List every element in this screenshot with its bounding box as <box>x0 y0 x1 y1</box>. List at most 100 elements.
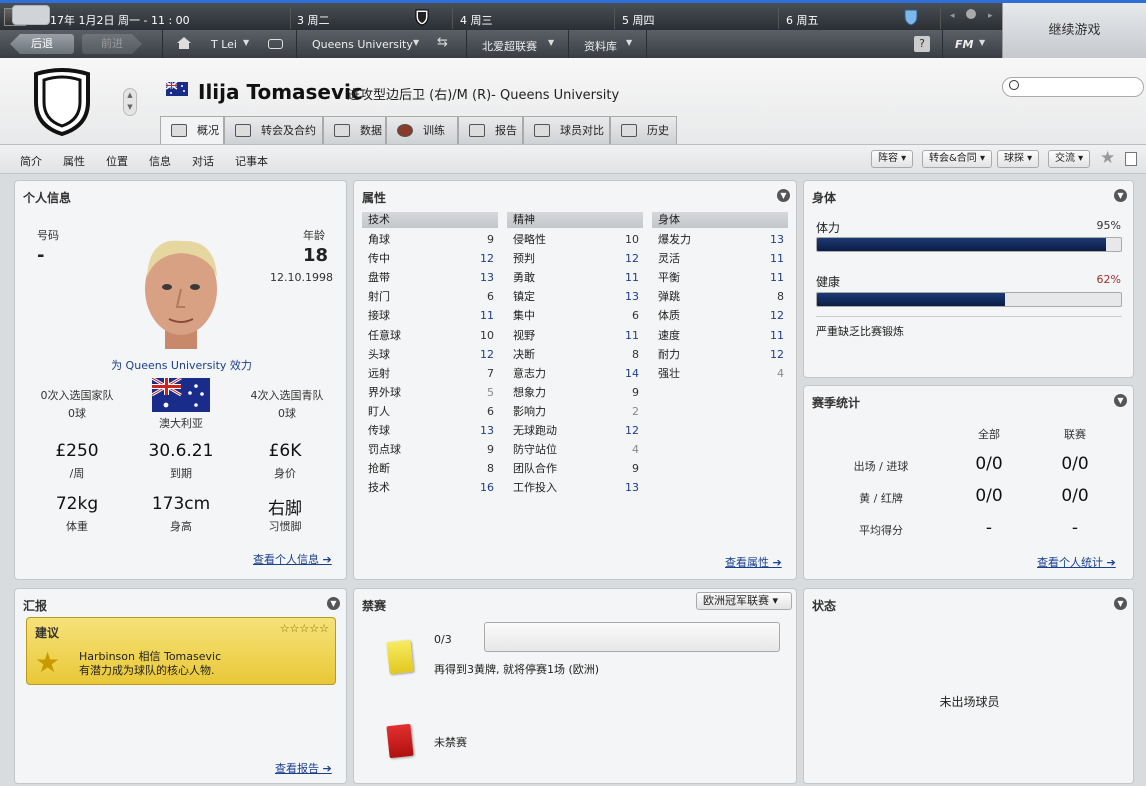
attribute-row[interactable]: 体质 12 <box>652 306 788 325</box>
day-3[interactable]: 3 周二 <box>297 12 330 28</box>
interaction-dropdown[interactable]: 交流 ▾ <box>1048 150 1091 168</box>
star-icon[interactable]: ★ <box>1100 148 1115 168</box>
tab-training[interactable]: 训练 <box>386 116 458 144</box>
attribute-row[interactable]: 盘带 13 <box>362 268 498 287</box>
panel-menu-icon[interactable]: ▼ <box>327 597 340 610</box>
foot-label: 习惯脚 <box>268 520 302 533</box>
tab-compare[interactable]: 球员对比 <box>523 116 610 144</box>
attribute-row[interactable]: 罚点球 9 <box>362 440 498 459</box>
attribute-row[interactable]: 防守站位 4 <box>507 440 643 459</box>
attribute-row[interactable]: 勇敢 11 <box>507 268 643 287</box>
day-5[interactable]: 5 周四 <box>622 12 655 28</box>
calendar-nav-prev-icon[interactable]: ◂ <box>950 11 955 21</box>
view-personal-info-link[interactable]: 查看个人信息 ➔ <box>253 551 332 567</box>
plays-for-link[interactable]: 为 Queens University 效力 <box>15 357 348 373</box>
user-menu[interactable]: T Lei <box>211 38 237 51</box>
switch-icon[interactable]: ⇆ <box>437 35 448 50</box>
chevron-down-icon[interactable]: ▼ <box>626 38 632 47</box>
tab-stats[interactable]: 数据 <box>323 116 386 144</box>
attribute-row[interactable]: 速度 11 <box>652 326 788 345</box>
attribute-row[interactable]: 射门 6 <box>362 287 498 306</box>
subnav-summary[interactable]: 简介 <box>20 153 42 169</box>
nationality[interactable]: 澳大利亚 <box>135 415 227 431</box>
attribute-row[interactable]: 传中 12 <box>362 249 498 268</box>
attribute-row[interactable]: 团队合作 9 <box>507 459 643 478</box>
chevron-up-icon[interactable]: ▲ <box>124 89 136 101</box>
attribute-row[interactable]: 工作投入 13 <box>507 478 643 497</box>
attribute-row[interactable]: 无球跑动 12 <box>507 421 643 440</box>
attribute-row[interactable]: 接球 11 <box>362 306 498 325</box>
notes-icon[interactable] <box>1125 152 1137 166</box>
competition-dropdown[interactable]: 欧洲冠军联赛 ▾ <box>696 592 792 610</box>
chevron-down-icon[interactable]: ▼ <box>243 38 249 47</box>
subnav-positions[interactable]: 位置 <box>106 153 128 169</box>
attribute-row[interactable]: 传球 13 <box>362 421 498 440</box>
fm-menu[interactable]: FM <box>955 38 973 51</box>
attribute-row[interactable]: 侵略性 10 <box>507 230 643 249</box>
attribute-row[interactable]: 决断 8 <box>507 345 643 364</box>
tab-contract[interactable]: 转会及合约 <box>224 116 323 144</box>
squad-dropdown[interactable]: 阵容 ▾ <box>871 150 914 168</box>
calendar-today-icon[interactable] <box>966 9 976 19</box>
attribute-row[interactable]: 灵活 11 <box>652 249 788 268</box>
attribute-row[interactable]: 头球 12 <box>362 345 498 364</box>
attribute-row[interactable]: 平衡 11 <box>652 268 788 287</box>
tab-history[interactable]: 历史 <box>610 116 677 144</box>
attribute-row[interactable]: 角球 9 <box>362 230 498 249</box>
back-button[interactable]: 后退 <box>10 34 74 54</box>
attribute-row[interactable]: 远射 7 <box>362 364 498 383</box>
inbox-icon[interactable] <box>268 39 283 49</box>
subnav-attributes[interactable]: 属性 <box>63 153 85 169</box>
forward-button[interactable]: 前进 <box>82 34 142 54</box>
panel-menu-icon[interactable]: ▼ <box>1114 597 1127 610</box>
scout-dropdown[interactable]: 球探 ▾ <box>997 150 1040 168</box>
attribute-row[interactable]: 爆发力 13 <box>652 230 788 249</box>
subnav-notes[interactable]: 记事本 <box>235 153 268 169</box>
view-report-link[interactable]: 查看报告 ➔ <box>275 760 332 776</box>
help-button[interactable]: ? <box>914 36 930 52</box>
panel-menu-icon[interactable]: ▼ <box>1114 189 1127 202</box>
view-stats-link[interactable]: 查看个人统计 ➔ <box>1037 554 1116 570</box>
continue-button[interactable]: 继续游戏 <box>1002 3 1146 58</box>
match-shield-icon[interactable] <box>414 8 430 26</box>
panel-menu-icon[interactable]: ▼ <box>777 189 790 202</box>
chevron-down-icon[interactable]: ▼ <box>548 38 554 47</box>
database-menu[interactable]: 资料库 <box>584 38 617 54</box>
transfer-dropdown[interactable]: 转会&合同 ▾ <box>922 150 993 168</box>
day-6[interactable]: 6 周五 <box>786 12 819 28</box>
tab-report[interactable]: 报告 <box>458 116 523 144</box>
attribute-row[interactable]: 抢断 8 <box>362 459 498 478</box>
attribute-row[interactable]: 影响力 2 <box>507 402 643 421</box>
attribute-row[interactable]: 集中 6 <box>507 306 643 325</box>
player-scroll-arrows[interactable]: ▲ ▼ <box>123 88 137 116</box>
tab-overview[interactable]: 概况 <box>160 116 224 144</box>
attribute-row[interactable]: 镇定 13 <box>507 287 643 306</box>
attribute-row[interactable]: 界外球 5 <box>362 383 498 402</box>
attribute-row[interactable]: 想象力 9 <box>507 383 643 402</box>
club-menu[interactable]: Queens University <box>312 38 413 51</box>
chevron-down-icon[interactable]: ▼ <box>413 38 419 47</box>
attribute-row[interactable]: 技术 16 <box>362 478 498 497</box>
chevron-down-icon[interactable]: ▼ <box>979 38 985 47</box>
club-badge-icon[interactable] <box>32 68 92 137</box>
attribute-row[interactable]: 弹跳 8 <box>652 287 788 306</box>
subnav-info[interactable]: 信息 <box>149 153 171 169</box>
chevron-down-icon[interactable]: ▼ <box>124 101 136 113</box>
home-icon[interactable] <box>176 36 192 50</box>
calendar-nav-next-icon[interactable]: ▸ <box>988 11 993 21</box>
view-attributes-link[interactable]: 查看属性 ➔ <box>725 554 782 570</box>
league-menu[interactable]: 北爱超联赛 <box>482 38 537 54</box>
match-shield-icon[interactable] <box>903 8 919 26</box>
search-input[interactable] <box>1002 77 1144 97</box>
attribute-row[interactable]: 盯人 6 <box>362 402 498 421</box>
attribute-row[interactable]: 视野 11 <box>507 326 643 345</box>
attribute-name: 角球 <box>368 233 390 246</box>
day-4[interactable]: 4 周三 <box>460 12 493 28</box>
attribute-row[interactable]: 强壮 4 <box>652 364 788 383</box>
attribute-row[interactable]: 意志力 14 <box>507 364 643 383</box>
subnav-interaction[interactable]: 对话 <box>192 153 214 169</box>
panel-menu-icon[interactable]: ▼ <box>1114 394 1127 407</box>
attribute-row[interactable]: 任意球 10 <box>362 326 498 345</box>
attribute-row[interactable]: 预判 12 <box>507 249 643 268</box>
attribute-row[interactable]: 耐力 12 <box>652 345 788 364</box>
